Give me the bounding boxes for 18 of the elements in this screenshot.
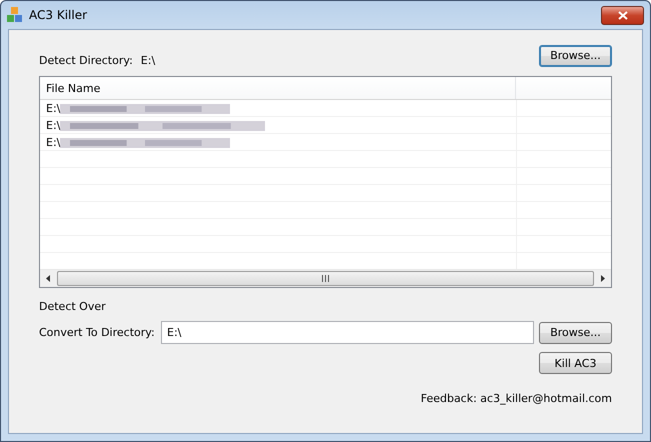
browse-button[interactable]: Browse...	[539, 44, 612, 66]
status-text: Detect Over	[39, 300, 107, 313]
file-name: E:\	[46, 136, 60, 149]
close-button[interactable]	[601, 6, 644, 24]
convert-directory-field[interactable]: E:\	[161, 321, 534, 344]
blocks-icon	[7, 7, 23, 23]
convert-directory-label: Convert To Directory:	[39, 326, 156, 339]
file-name: E:\	[46, 119, 60, 132]
close-icon	[618, 10, 628, 20]
window-title: AC3 Killer	[29, 8, 88, 22]
detect-directory-value: E:\	[140, 54, 156, 67]
detect-directory-label: Detect Directory:	[39, 54, 133, 67]
browse-button[interactable]: Browse...	[539, 322, 612, 344]
feedback-text: Feedback: ac3_killer@hotmail.com	[420, 392, 612, 405]
kill-ac3-button[interactable]: Kill AC3	[539, 352, 612, 374]
grip-icon	[322, 275, 329, 282]
scrollbar-thumb[interactable]	[57, 271, 594, 286]
file-name: E:\	[46, 102, 60, 115]
